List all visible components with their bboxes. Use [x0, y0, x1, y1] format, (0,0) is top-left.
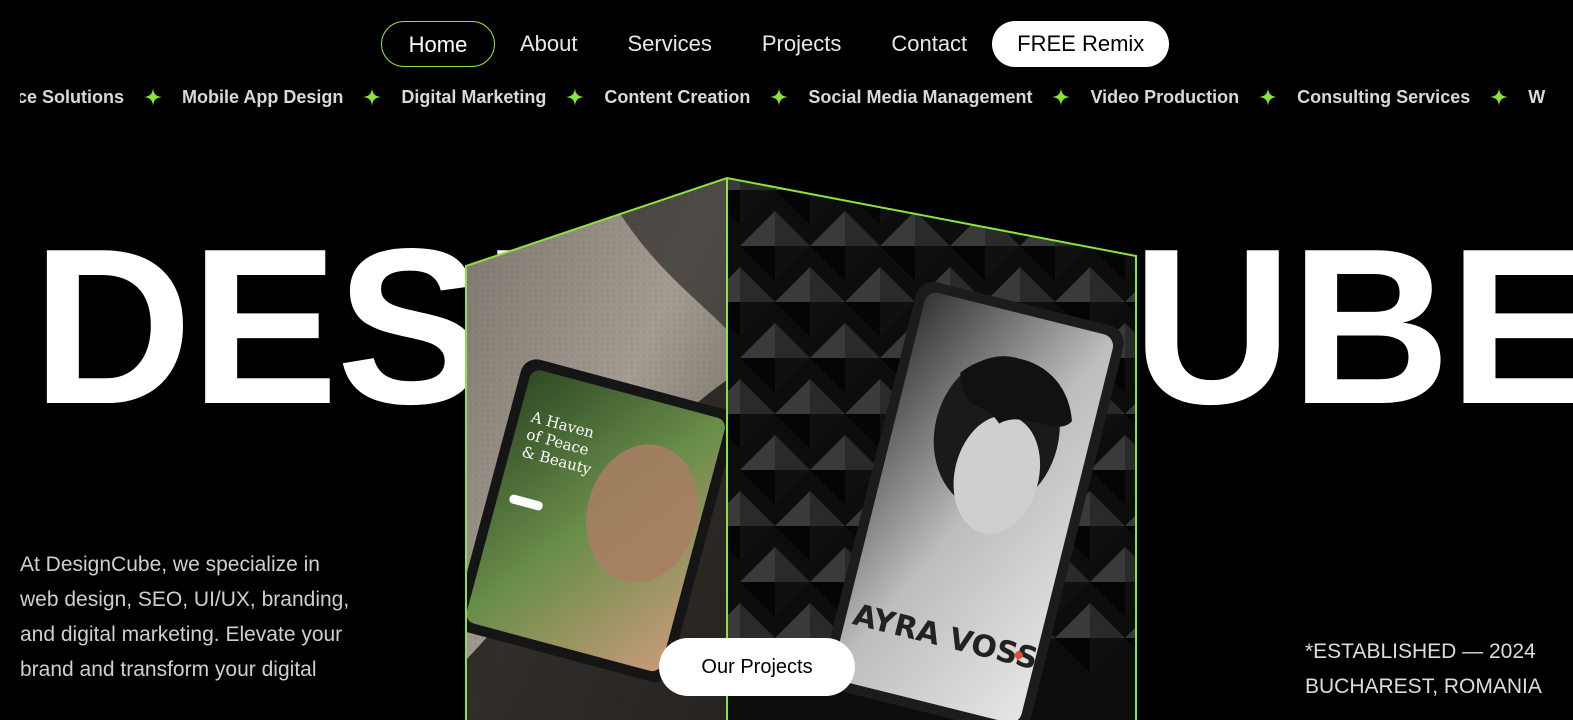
sparkle-icon [1490, 88, 1509, 106]
sparkle-icon [363, 88, 382, 106]
sparkle-icon [144, 88, 163, 106]
ticker-item: Consulting Services [1297, 87, 1471, 107]
nav-home[interactable]: Home [381, 21, 495, 67]
hero-title-right: UBE [1132, 203, 1573, 451]
ticker-item: Digital Marketing [401, 87, 547, 107]
hero-title-left: DESI [32, 203, 544, 451]
services-ticker: mmerce Solutions Mobile App Design Digital… [20, 84, 1573, 110]
ticker-item: Content Creation [604, 87, 751, 107]
ticker-item: Video Production [1090, 87, 1240, 107]
ticker-item: W [1528, 87, 1546, 107]
svg-text:AYRA VOSS: AYRA VOSS [849, 598, 1041, 678]
location: BUCHAREST, ROMANIA [1305, 675, 1542, 698]
free-remix-button[interactable]: FREE Remix [992, 21, 1170, 67]
nav-contact[interactable]: Contact [866, 21, 992, 67]
main-nav: Home About Services Projects Contact FRE… [381, 21, 1170, 67]
sparkle-icon [1259, 88, 1278, 106]
established-info: *ESTABLISHED — 2024 BUCHAREST, ROMANIA [1305, 634, 1555, 704]
nav-about[interactable]: About [495, 21, 603, 67]
nav-projects[interactable]: Projects [737, 21, 866, 67]
our-projects-button[interactable]: Our Projects [659, 638, 855, 696]
right-tablet: AYRA VOSS [822, 281, 1124, 720]
established-year: *ESTABLISHED — 2024 [1305, 640, 1536, 663]
page: Home About Services Projects Contact FRE… [0, 0, 1573, 720]
sparkle-icon [566, 88, 585, 106]
sparkle-icon [770, 88, 789, 106]
sparkle-icon [1052, 88, 1071, 106]
nav-services[interactable]: Services [603, 21, 737, 67]
ticker-item: Social Media Management [808, 87, 1033, 107]
ticker-track: mmerce Solutions Mobile App Design Digital… [20, 84, 1545, 110]
hero-description: At DesignCube, we specialize in web desi… [20, 553, 350, 681]
ticker-item: Mobile App Design [182, 87, 344, 107]
ticker-item: mmerce Solutions [20, 87, 125, 107]
